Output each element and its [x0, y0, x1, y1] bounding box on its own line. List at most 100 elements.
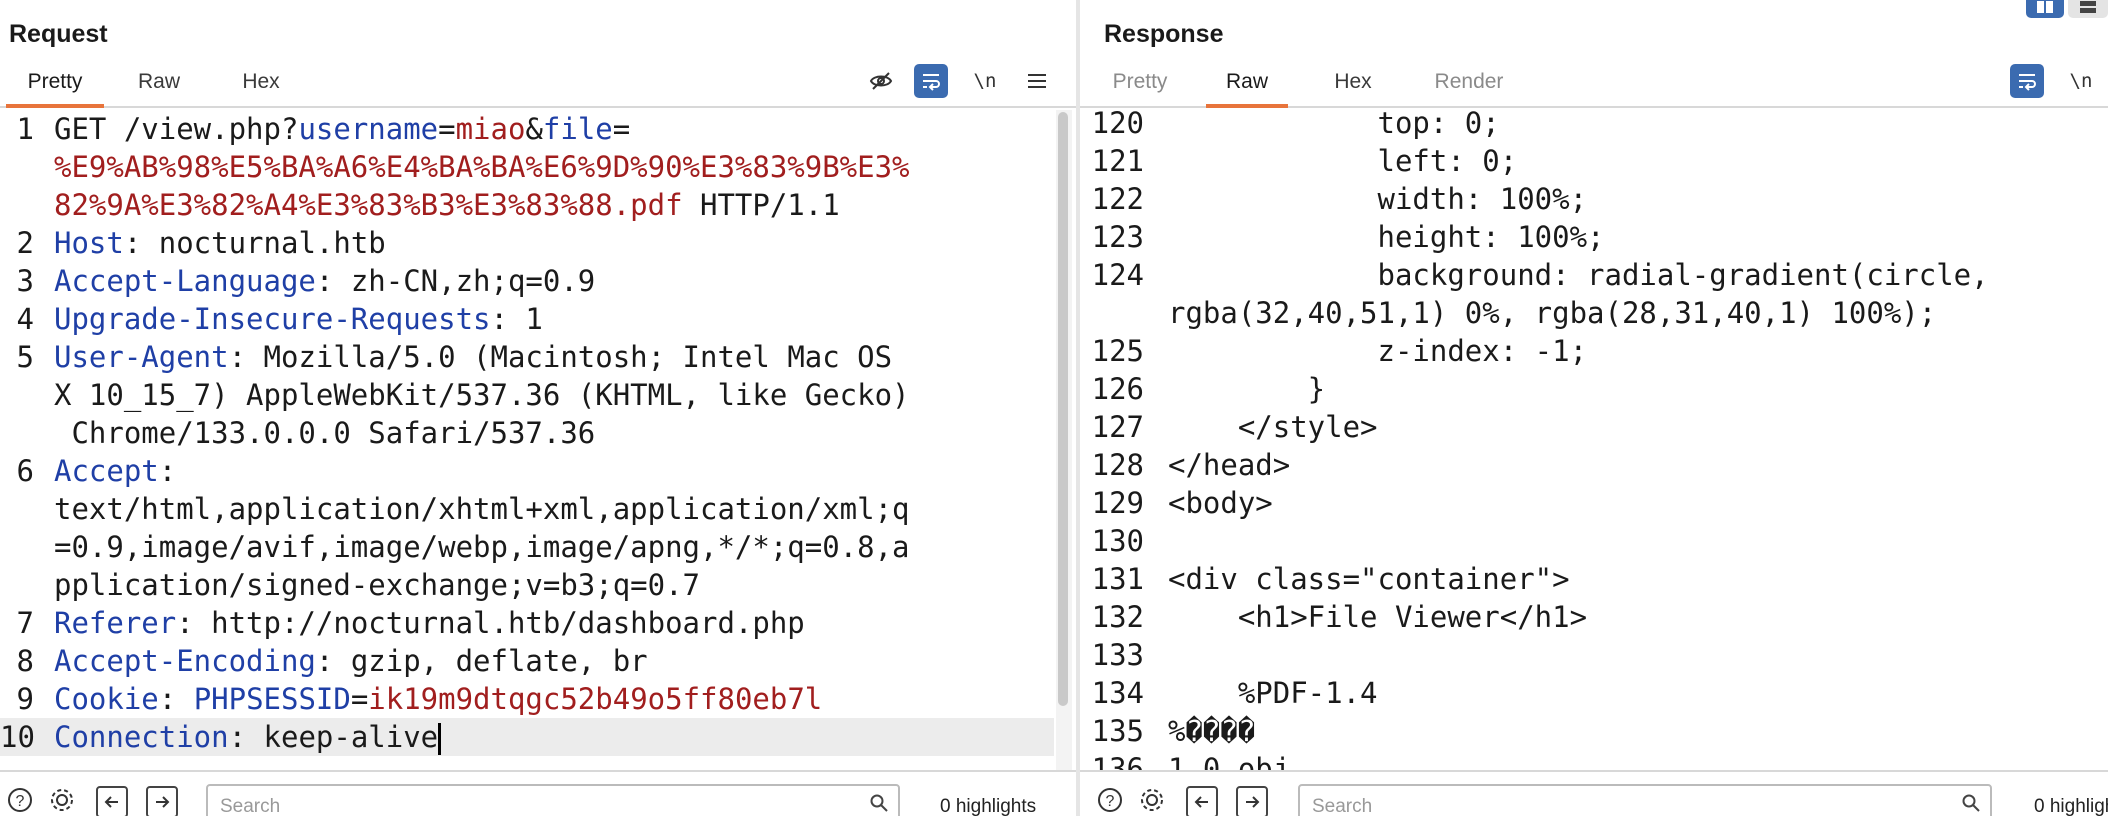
request-scroll-thumb[interactable]: [1058, 112, 1068, 706]
line-content: 1 0 obj: [1168, 752, 1291, 770]
header-value: : nocturnal.htb: [123, 226, 386, 260]
code-line: 2 Host: nocturnal.htb: [0, 224, 1076, 262]
param-key: username: [298, 112, 439, 146]
newline-toggle[interactable]: \n: [2064, 64, 2098, 98]
line-content: Connection: keep-alive: [54, 718, 442, 756]
cookie-name: PHPSESSID: [193, 682, 351, 716]
line-content: User-Agent: Mozilla/5.0 (Macintosh; Inte…: [54, 338, 892, 376]
code-line: 135 %����: [1080, 712, 2098, 750]
response-title: Response: [1104, 20, 1224, 48]
header-key: Accept: [54, 454, 159, 488]
line-number: 134: [1091, 676, 1144, 710]
line-number: 125: [1091, 334, 1144, 368]
line-number: 3: [16, 264, 34, 298]
line-content: background: radial-gradient(circle,: [1168, 258, 1989, 292]
menu-icon[interactable]: [1020, 64, 1054, 98]
line-number: 133: [1091, 638, 1144, 672]
code-line: 8 Accept-Encoding: gzip, deflate, br: [0, 642, 1076, 680]
code-line: X 10_15_7) AppleWebKit/537.36 (KHTML, li…: [0, 376, 1076, 414]
code-line: %E9%AB%98%E5%BA%A6%E4%BA%BA%E6%9D%90%E3%…: [0, 148, 1076, 186]
code-line: 5 User-Agent: Mozilla/5.0 (Macintosh; In…: [0, 338, 1076, 376]
request-scrollbar[interactable]: [1056, 110, 1072, 770]
request-editor[interactable]: 1 GET /view.php?username=miao&file= %E9%…: [0, 110, 1076, 768]
code-line: 132 <h1>File Viewer</h1>: [1080, 598, 2098, 636]
param-value: 82%9A%E3%82%A4%E3%83%B3%E3%83%88.pdf: [54, 188, 683, 222]
code-line: 128 </head>: [1080, 446, 2098, 484]
line-number: 2: [16, 226, 34, 260]
line-content: width: 100%;: [1168, 182, 1588, 216]
wrap-icon[interactable]: [914, 64, 948, 98]
tab-raw[interactable]: Raw: [1206, 70, 1288, 108]
tab-hex[interactable]: Hex: [1320, 70, 1386, 104]
code-line: pplication/signed-exchange;v=b3;q=0.7: [0, 566, 1076, 604]
help-icon[interactable]: ?: [6, 786, 34, 814]
line-number: 121: [1091, 144, 1144, 178]
code-line: 122 width: 100%;: [1080, 180, 2098, 218]
request-title: Request: [9, 20, 108, 48]
line-number: 127: [1091, 410, 1144, 444]
http-version: HTTP/1.1: [682, 188, 840, 222]
tab-hex[interactable]: Hex: [228, 70, 294, 104]
code-line: 125 z-index: -1;: [1080, 332, 2098, 370]
code-line: 131 <div class="container">: [1080, 560, 2098, 598]
search-icon: [1962, 794, 1980, 816]
code-line: 121 left: 0;: [1080, 142, 2098, 180]
code-line: 123 height: 100%;: [1080, 218, 2098, 256]
tab-raw[interactable]: Raw: [126, 70, 192, 104]
text-caret: [438, 723, 442, 755]
back-arrow-icon[interactable]: [96, 786, 128, 816]
response-editor[interactable]: 120 top: 0; 121 left: 0; 122 width: 100%; 1…: [1080, 110, 2098, 770]
header-value: Chrome/133.0.0.0 Safari/537.36: [54, 416, 596, 450]
method-path: GET /view.php?: [54, 112, 299, 146]
forward-arrow-icon[interactable]: [1236, 786, 1268, 816]
split-horizontal-icon[interactable]: [2068, 0, 2108, 18]
back-arrow-icon[interactable]: [1186, 786, 1218, 816]
gear-icon[interactable]: [48, 786, 76, 814]
line-content: Host: nocturnal.htb: [54, 224, 386, 262]
request-pane: Request Pretty Raw Hex \n 1 GET /view.ph…: [0, 0, 1076, 816]
response-search-input[interactable]: Search: [1298, 784, 1992, 816]
header-key: Host: [54, 226, 124, 260]
header-value: : keep-alive: [228, 720, 439, 754]
code-line: 130: [1080, 522, 2098, 560]
line-number: 120: [1091, 110, 1144, 140]
code-line: 124 background: radial-gradient(circle,: [1080, 256, 2098, 294]
line-number: 130: [1091, 524, 1144, 558]
response-pane: Response Pretty Raw Hex Render \n 120 to…: [1080, 0, 2108, 816]
line-number: 9: [16, 682, 34, 716]
code-line: 6 Accept:: [0, 452, 1076, 490]
code-line: 127 </style>: [1080, 408, 2098, 446]
line-content: z-index: -1;: [1168, 334, 1588, 368]
code-line: 3 Accept-Language: zh-CN,zh;q=0.9: [0, 262, 1076, 300]
ampersand: &: [525, 112, 543, 146]
header-value: : Mozilla/5.0 (Macintosh; Intel Mac OS: [228, 340, 893, 374]
tab-pretty[interactable]: Pretty: [6, 70, 104, 108]
code-line: 82%9A%E3%82%A4%E3%83%B3%E3%83%88.pdf HTT…: [0, 186, 1076, 224]
line-number: 136: [1091, 752, 1144, 770]
tab-render[interactable]: Render: [1426, 70, 1512, 104]
code-line: 133: [1080, 636, 2098, 674]
header-key: Cookie: [54, 682, 159, 716]
svg-text:?: ?: [1106, 793, 1115, 810]
wrap-icon[interactable]: [2010, 64, 2044, 98]
code-line: 136 1 0 obj: [1080, 750, 2098, 770]
eye-slash-icon[interactable]: [864, 64, 898, 98]
help-icon[interactable]: ?: [1096, 786, 1124, 814]
svg-text:?: ?: [16, 793, 25, 810]
code-line: 126 }: [1080, 370, 2098, 408]
code-line: text/html,application/xhtml+xml,applicat…: [0, 490, 1076, 528]
code-line: 134 %PDF-1.4: [1080, 674, 2098, 712]
gear-icon[interactable]: [1138, 786, 1166, 814]
line-content: rgba(32,40,51,1) 0%, rgba(28,31,40,1) 10…: [1168, 296, 1937, 330]
newline-toggle[interactable]: \n: [968, 64, 1002, 98]
line-content: GET /view.php?username=miao&file=: [54, 110, 630, 148]
search-placeholder: Search: [220, 796, 281, 816]
param-key: file: [542, 112, 613, 146]
highlights-count: 0 highlights: [2034, 796, 2108, 816]
header-value: : http://nocturnal.htb/dashboard.php: [176, 606, 805, 640]
forward-arrow-icon[interactable]: [146, 786, 178, 816]
split-vertical-icon[interactable]: [2026, 0, 2064, 18]
request-search-input[interactable]: Search: [206, 784, 900, 816]
tab-pretty[interactable]: Pretty: [1104, 70, 1176, 104]
line-content: %����: [1168, 714, 1256, 748]
